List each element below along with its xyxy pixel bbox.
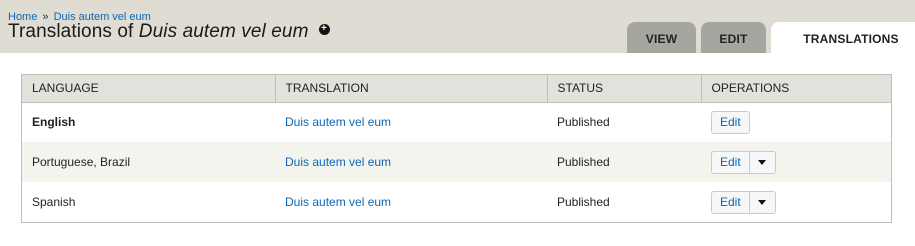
edit-dropbutton: Edit bbox=[711, 150, 776, 174]
status-cell: Published bbox=[557, 115, 610, 130]
dropbutton-toggle[interactable] bbox=[748, 151, 775, 173]
tab-view[interactable]: View bbox=[627, 22, 696, 53]
edit-button-label[interactable]: Edit bbox=[712, 112, 749, 133]
table-header-row: Language Translation Status Operations bbox=[22, 75, 891, 103]
edit-button-label[interactable]: Edit bbox=[712, 192, 749, 213]
page-header: Home » Duis autem vel eum Translations o… bbox=[0, 0, 915, 54]
chevron-down-icon bbox=[758, 199, 767, 205]
translation-link[interactable]: Duis autem vel eum bbox=[285, 115, 391, 129]
edit-button-label[interactable]: Edit bbox=[712, 152, 749, 173]
column-header-language: Language bbox=[22, 75, 276, 103]
operations-cell: Edit bbox=[701, 102, 891, 142]
operations-cell: Edit bbox=[701, 142, 891, 182]
plus-circle-icon[interactable]: + bbox=[318, 24, 330, 36]
page-title-prefix: Translations of bbox=[8, 21, 139, 42]
column-header-operations: Operations bbox=[701, 75, 891, 103]
status-cell: Published bbox=[557, 195, 610, 209]
column-header-status: Status bbox=[547, 75, 702, 103]
language-cell: English bbox=[32, 115, 76, 130]
language-cell: Spanish bbox=[32, 195, 76, 209]
translation-cell: Duis autem vel eum bbox=[275, 102, 547, 142]
translation-cell: Duis autem vel eum bbox=[275, 182, 547, 222]
translations-table: Language Translation Status Operations E… bbox=[21, 74, 892, 223]
translation-link[interactable]: Duis autem vel eum bbox=[285, 155, 391, 169]
operations-cell: Edit bbox=[701, 182, 891, 222]
translation-cell: Duis autem vel eum bbox=[275, 142, 547, 182]
tab-edit[interactable]: Edit bbox=[701, 22, 766, 53]
translation-link[interactable]: Duis autem vel eum bbox=[285, 195, 391, 209]
page-title: Translations of Duis autem vel eum + bbox=[8, 21, 330, 43]
table-row: Portuguese, Brazil Duis autem vel eum Pu… bbox=[22, 142, 891, 182]
column-header-translation: Translation bbox=[275, 75, 548, 103]
tab-translations[interactable]: Translations bbox=[771, 22, 915, 54]
dropbutton-toggle[interactable] bbox=[748, 191, 775, 213]
table-row: English Duis autem vel eum Published Edi… bbox=[22, 102, 891, 142]
edit-button[interactable]: Edit bbox=[711, 110, 750, 134]
page-title-node: Duis autem vel eum bbox=[138, 21, 309, 42]
table-row: Spanish Duis autem vel eum Published Edi… bbox=[22, 182, 891, 222]
edit-dropbutton: Edit bbox=[711, 190, 776, 214]
language-cell: Portuguese, Brazil bbox=[32, 155, 131, 169]
chevron-down-icon bbox=[758, 159, 767, 165]
status-cell: Published bbox=[557, 155, 610, 169]
